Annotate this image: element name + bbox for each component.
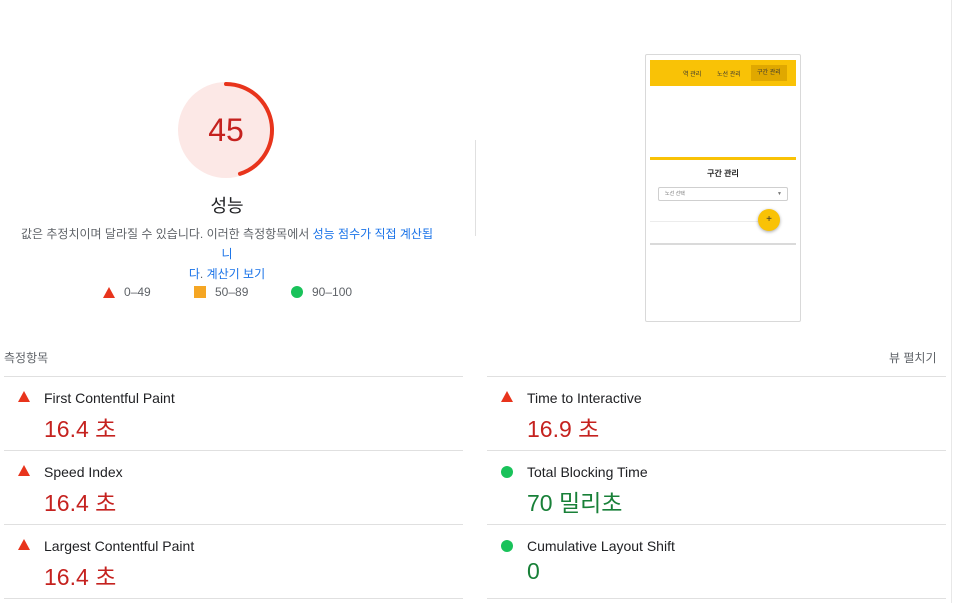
section-divider <box>475 140 476 236</box>
metrics-heading: 측정항목 <box>4 351 49 365</box>
metric-value: 16.9 초 <box>527 416 600 442</box>
metric-value: 16.4 초 <box>44 416 117 442</box>
screenshot-accent-bar <box>650 157 796 160</box>
legend-fail: 0–49 <box>103 284 151 300</box>
metric-name: First Contentful Paint <box>44 390 175 406</box>
circle-pass-icon <box>501 466 513 478</box>
performance-description: 값은 추정치이며 달라질 수 있습니다. 이러한 측정항목에서 성능 점수가 직… <box>20 224 434 284</box>
expand-view-toggle[interactable]: 뷰 펼치기 <box>889 349 937 366</box>
screenshot-divider <box>650 221 758 222</box>
metric-name: Total Blocking Time <box>527 464 648 480</box>
screenshot-nav-item-active: 구간 관리 <box>751 65 787 81</box>
description-separator: . <box>199 267 207 281</box>
legend-pass: 90–100 <box>291 284 352 300</box>
screenshot-nav-item: 노선 관리 <box>717 72 741 78</box>
metric-time-to-interactive: Time to Interactive 16.9 초 <box>487 376 927 450</box>
metric-value: 0 <box>527 558 540 584</box>
legend-label: 90–100 <box>312 285 353 299</box>
metrics-divider <box>487 598 946 599</box>
metric-largest-contentful-paint: Largest Contentful Paint 16.4 초 <box>4 524 444 598</box>
metric-name: Largest Contentful Paint <box>44 538 195 554</box>
metric-cumulative-layout-shift: Cumulative Layout Shift 0 <box>487 524 927 598</box>
triangle-fail-icon <box>18 539 30 550</box>
legend-label: 50–89 <box>215 285 249 299</box>
metric-value: 16.4 초 <box>44 564 117 590</box>
calculator-link[interactable]: 계산기 보기 <box>207 267 266 281</box>
screenshot-heading: 구간 관리 <box>707 169 739 178</box>
final-screenshot[interactable]: 역 관리 노선 관리 구간 관리 구간 관리 노선 선택 ▼ + <box>645 54 801 322</box>
triangle-fail-icon <box>18 465 30 476</box>
metric-value: 16.4 초 <box>44 490 117 516</box>
metrics-divider <box>4 598 463 599</box>
description-text: 값은 추정치이며 달라질 수 있습니다. 이러한 측정항목에서 <box>20 227 313 241</box>
square-average-icon <box>194 286 206 298</box>
page-scrollbar[interactable] <box>951 0 958 603</box>
screenshot-select: 노선 선택 ▼ <box>658 187 788 201</box>
metric-name: Cumulative Layout Shift <box>527 538 675 554</box>
performance-gauge: 45 <box>176 80 276 180</box>
screenshot-select-placeholder: 노선 선택 <box>665 191 685 197</box>
metric-total-blocking-time: Total Blocking Time 70 밀리초 <box>487 450 927 524</box>
legend-average: 50–89 <box>194 284 248 300</box>
triangle-fail-icon <box>501 391 513 402</box>
triangle-fail-icon <box>18 391 30 402</box>
gauge-title: 성능 <box>210 196 244 216</box>
screenshot-nav-item: 역 관리 <box>683 72 702 78</box>
legend-label: 0–49 <box>124 285 151 299</box>
metric-first-contentful-paint: First Contentful Paint 16.4 초 <box>4 376 444 450</box>
metric-name: Speed Index <box>44 464 123 480</box>
metric-value: 70 밀리초 <box>527 490 623 516</box>
screenshot-navbar: 역 관리 노선 관리 구간 관리 <box>650 60 796 86</box>
circle-pass-icon <box>501 540 513 552</box>
caret-down-icon: ▼ <box>777 191 782 197</box>
circle-pass-icon <box>291 286 303 298</box>
triangle-fail-icon <box>103 286 115 298</box>
metric-speed-index: Speed Index 16.4 초 <box>4 450 444 524</box>
performance-score: 45 <box>208 112 244 148</box>
metric-name: Time to Interactive <box>527 390 642 406</box>
screenshot-divider <box>650 243 796 245</box>
screenshot-add-button: + <box>758 209 780 231</box>
